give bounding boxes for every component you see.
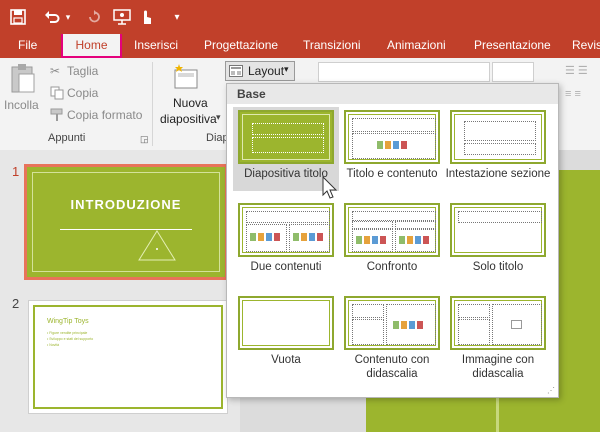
new-slide-icon[interactable] — [172, 62, 200, 92]
slide-thumbnail-title: INTRODUZIONE — [70, 197, 182, 212]
copy-button[interactable]: Copia — [67, 86, 98, 100]
new-slide-dropdown-icon[interactable]: ▾ — [216, 112, 221, 123]
layout-label: Due contenuti — [250, 261, 322, 273]
picture-placeholder-icon — [511, 320, 522, 329]
layout-icon — [229, 65, 243, 77]
redo-icon[interactable] — [84, 6, 104, 28]
slide-thumbnails-pane: 1 INTRODUZIONE 2 WingTip Toys • Figure v… — [0, 150, 240, 432]
layout-section-header[interactable]: Intestazione sezione — [445, 107, 551, 191]
undo-icon[interactable] — [42, 6, 62, 28]
slide-thumbnail-bullet: • Novità — [47, 343, 60, 347]
new-slide-label-line2[interactable]: diapositiva — [160, 112, 217, 126]
cut-button[interactable]: Taglia — [67, 64, 98, 78]
layout-title-and-content[interactable]: Titolo e contenuto — [339, 107, 445, 191]
paste-button[interactable]: Incolla — [4, 98, 39, 112]
triangle-decoration — [138, 230, 176, 261]
layout-button[interactable]: Layout ▾ — [225, 61, 295, 81]
layout-label: Titolo e contenuto — [346, 168, 438, 180]
group-separator — [152, 62, 153, 146]
ribbon-tabs: File Home Inserisci Progettazione Transi… — [0, 34, 600, 58]
slide-number: 1 — [12, 164, 20, 179]
layout-dropdown-icon: ▾ — [284, 64, 289, 74]
customize-qat-icon[interactable]: ▾ — [170, 6, 184, 28]
new-slide-label-line1[interactable]: Nuova — [173, 96, 208, 110]
format-painter-icon — [50, 108, 64, 122]
slide-thumbnail-2[interactable]: WingTip Toys • Figure vendite principale… — [28, 300, 228, 414]
slide-thumbnail-bullet: • Figure vendite principale — [47, 331, 88, 335]
layout-label: Confronto — [366, 261, 418, 273]
font-name-box[interactable] — [318, 62, 490, 82]
layout-label: Intestazione sezione — [445, 168, 551, 180]
layout-label: Contenuto con didascalia — [354, 354, 430, 380]
layout-label: Layout — [248, 64, 285, 78]
layout-label: Solo titolo — [472, 261, 524, 273]
clipboard-group-label: Appunti — [48, 132, 86, 144]
cut-icon: ✂ — [50, 64, 61, 78]
present-from-start-icon[interactable] — [112, 6, 132, 28]
resize-grip-icon[interactable]: ⋰ — [547, 386, 555, 395]
tab-transitions[interactable]: Transizioni — [303, 34, 361, 58]
paste-icon[interactable] — [10, 64, 36, 94]
layout-comparison[interactable]: Confronto — [339, 200, 445, 273]
layout-picture-with-caption[interactable]: Immagine con didascalia — [445, 293, 551, 383]
gallery-section-header: Base — [227, 84, 558, 104]
slide-number: 2 — [12, 296, 20, 311]
tab-slideshow[interactable]: Presentazione — [474, 34, 551, 58]
tab-review[interactable]: Revis — [572, 34, 600, 58]
layout-label: Immagine con didascalia — [461, 354, 535, 380]
layout-two-content[interactable]: Due contenuti — [233, 200, 339, 273]
layout-content-with-caption[interactable]: Contenuto con didascalia — [339, 293, 445, 383]
format-painter-button[interactable]: Copia formato — [67, 108, 142, 122]
font-size-box[interactable] — [492, 62, 534, 82]
list-icon[interactable]: ☰ ☰ — [565, 64, 595, 78]
tab-design[interactable]: Progettazione — [204, 34, 278, 58]
touch-mode-icon[interactable] — [136, 6, 156, 28]
layout-blank[interactable]: Vuota — [233, 293, 339, 383]
slide-thumbnail-bullet: • Sviluppo e stati del supporto — [47, 337, 94, 341]
tab-file[interactable]: File — [18, 34, 37, 58]
layout-label: Vuota — [271, 354, 301, 366]
tab-animations[interactable]: Animazioni — [387, 34, 446, 58]
dialog-launcher-icon[interactable]: ◲ — [140, 134, 149, 145]
layout-title-only[interactable]: Solo titolo — [445, 200, 551, 273]
slide-thumbnail-title: WingTip Toys — [47, 318, 89, 325]
mouse-pointer-icon — [322, 176, 338, 199]
undo-dropdown-icon[interactable]: ▾ — [63, 6, 73, 28]
copy-icon — [50, 86, 64, 100]
layout-gallery: Base Diapositiva titolo Titolo e contenu… — [226, 83, 559, 398]
save-icon[interactable] — [8, 6, 28, 28]
tab-home[interactable]: Home — [61, 34, 122, 58]
tab-insert[interactable]: Inserisci — [134, 34, 178, 58]
quick-access-toolbar: ▾ ▾ — [0, 0, 600, 34]
slide-thumbnail-1[interactable]: INTRODUZIONE — [24, 164, 228, 280]
align-icon[interactable]: ≡ ≡ — [565, 88, 595, 102]
